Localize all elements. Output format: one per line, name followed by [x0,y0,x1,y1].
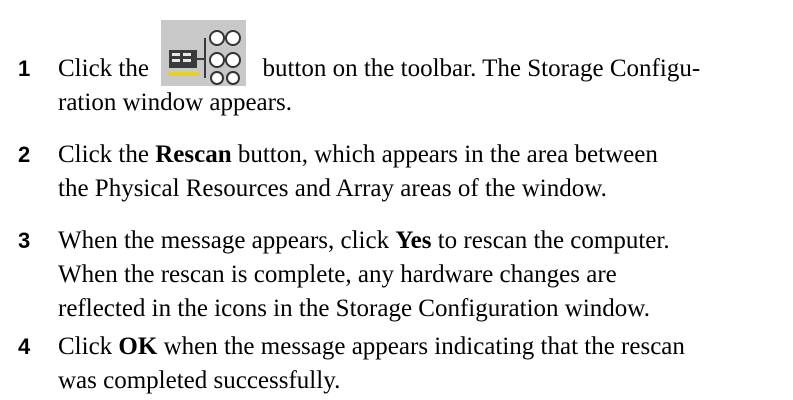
storage-configuration-icon [161,20,247,86]
ok-button-label: OK [118,333,158,360]
step-number: 1 [18,56,31,81]
step-number: 3 [18,228,31,253]
step-text-part: when the message appears indicating that… [157,333,685,360]
step-text-part: button, which appears in the area betwee… [231,141,658,168]
step-text-line: ration window appears. [58,89,292,116]
step-text: Click OK when the message appears indica… [58,330,783,398]
rescan-button-label: Rescan [155,141,232,168]
step-text-line: reflected in the icons in the Storage Co… [58,295,650,322]
step-number: 4 [18,334,31,359]
step-text-line: When the rescan is complete, any hardwar… [58,261,617,288]
step-text-part: When the message appears, click [58,227,396,254]
step-number: 2 [18,142,31,167]
step-text-part: Click [58,333,119,360]
storage-configuration-icon-graphic [169,30,242,85]
yes-button-label: Yes [395,227,432,254]
step-text-part: to rescan the computer. [431,227,670,254]
step-text-line: the Physical Resources and Array areas o… [58,175,607,202]
step-text: Click the Rescan button, which appears i… [58,138,783,206]
instructions-page: 1 Click the button on the toolbar. The S… [0,0,793,400]
step-text-part: button on the toolbar. The Storage Confi… [262,55,701,82]
step-text-part: Click the [58,55,149,82]
step-text: Click the button on the toolbar. The Sto… [58,20,783,120]
step-text-line: was completed successfully. [58,367,341,394]
step-text: When the message appears, click Yes to r… [58,224,783,326]
step-text-part: Click the [58,141,156,168]
